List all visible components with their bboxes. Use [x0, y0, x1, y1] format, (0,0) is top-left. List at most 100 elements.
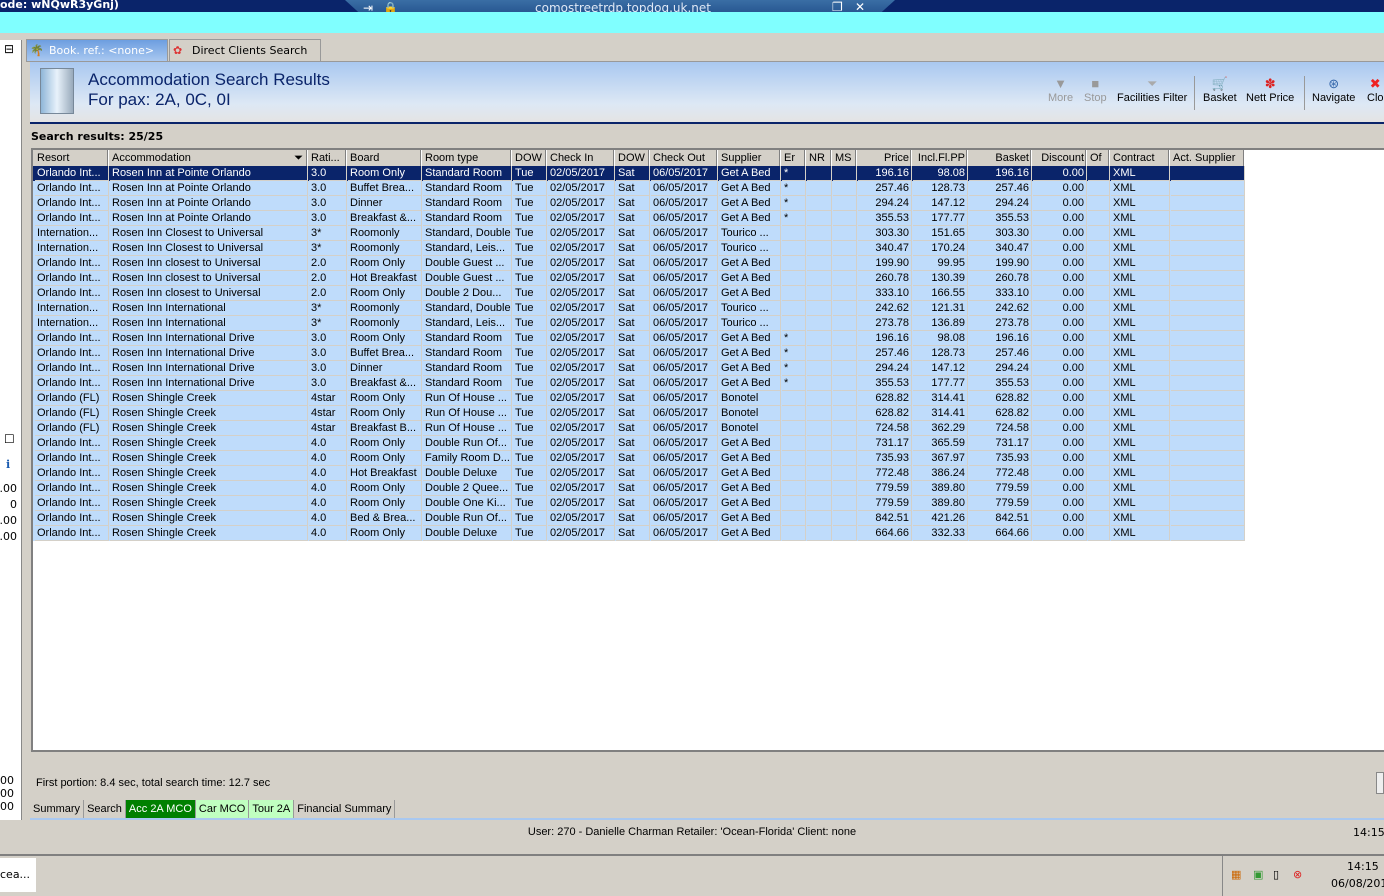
table-row[interactable]: Internation... Rosen Inn Closest to Unive…: [33, 241, 1245, 256]
table-cell: Standard, Leis...: [423, 241, 512, 256]
column-header[interactable]: Of: [1088, 150, 1110, 166]
minimize-panel-icon[interactable]: ⊟: [4, 42, 14, 56]
column-header[interactable]: NR: [807, 150, 832, 166]
bottom-tab[interactable]: Tour 2A: [249, 800, 295, 818]
table-row[interactable]: Orlando Int... Rosen Shingle Creek 4.0 Room…: [33, 481, 1245, 496]
tray-app-icon[interactable]: ▦: [1231, 868, 1241, 881]
column-header[interactable]: Discount: [1033, 150, 1087, 166]
maximize-panel-icon[interactable]: ☐: [4, 432, 15, 446]
table-row[interactable]: Orlando (FL) Rosen Shingle Creek 4star Room…: [33, 391, 1245, 406]
taskbar-item[interactable]: cea...: [0, 858, 36, 892]
table-row[interactable]: Orlando Int... Rosen Inn International Dr…: [33, 361, 1245, 376]
table-cell: 06/05/2017: [651, 496, 718, 511]
column-header[interactable]: Incl.Fl.PP: [913, 150, 968, 166]
table-cell: Internation...: [35, 301, 109, 316]
table-row[interactable]: Orlando Int... Rosen Inn at Pointe Orland…: [33, 181, 1245, 196]
facilities-filter-button[interactable]: ⏷ Facilities Filter: [1117, 76, 1187, 104]
scroll-button[interactable]: [1376, 772, 1384, 794]
table-cell: [833, 346, 857, 361]
table-row[interactable]: Orlando Int... Rosen Shingle Creek 4.0 Hot …: [33, 466, 1245, 481]
more-button[interactable]: ▼ More: [1048, 76, 1073, 104]
clock-time[interactable]: 14:15: [1347, 860, 1379, 873]
device-icon[interactable]: ▯: [1273, 868, 1279, 881]
table-row[interactable]: Orlando Int... Rosen Inn at Pointe Orland…: [33, 211, 1245, 226]
table-cell: Sat: [616, 331, 650, 346]
table-cell: Orlando Int...: [35, 466, 109, 481]
column-header[interactable]: Check In: [548, 150, 615, 166]
column-header[interactable]: DOW: [513, 150, 547, 166]
table-row[interactable]: Orlando Int... Rosen Inn International Dr…: [33, 346, 1245, 361]
table-row[interactable]: Orlando (FL) Rosen Shingle Creek 4star Room…: [33, 406, 1245, 421]
table-cell: Sat: [616, 421, 650, 436]
column-header[interactable]: Room type: [423, 150, 512, 166]
table-cell: 02/05/2017: [548, 211, 615, 226]
results-table: Resort Accommodation ⏷ Rati... Board Room typ…: [31, 148, 1384, 752]
table-row[interactable]: Internation... Rosen Inn International 3* R…: [33, 301, 1245, 316]
clock-date[interactable]: 06/08/2016: [1331, 877, 1384, 890]
column-header[interactable]: Basket: [969, 150, 1032, 166]
navigate-button[interactable]: ⊛ Navigate: [1312, 76, 1355, 104]
tab-direct-clients-search[interactable]: ✿ Direct Clients Search: [169, 39, 321, 61]
bottom-tab[interactable]: Financial Summary: [294, 800, 396, 818]
table-cell: Room Only: [348, 406, 422, 421]
table-cell: Rosen Inn International Drive: [110, 376, 308, 391]
filter-icon[interactable]: ⏷: [294, 150, 303, 166]
table-row[interactable]: Orlando Int... Rosen Inn International Dr…: [33, 376, 1245, 391]
table-row[interactable]: Orlando (FL) Rosen Shingle Creek 4star Brea…: [33, 421, 1245, 436]
column-header[interactable]: Er: [782, 150, 806, 166]
table-cell: 731.17: [858, 436, 912, 451]
info-icon[interactable]: i: [6, 458, 10, 471]
close-button[interactable]: ✖ Clo: [1367, 76, 1384, 104]
table-row[interactable]: Orlando Int... Rosen Inn International Dr…: [33, 331, 1245, 346]
column-header[interactable]: Contract: [1111, 150, 1170, 166]
table-cell: [807, 496, 832, 511]
column-header[interactable]: Supplier: [719, 150, 781, 166]
tab-booking[interactable]: 🌴 Book. ref.: <none> ✕: [26, 39, 168, 79]
table-cell: [1171, 361, 1245, 376]
column-header[interactable]: Resort: [35, 150, 109, 166]
column-header[interactable]: DOW: [616, 150, 650, 166]
column-header[interactable]: Rati...: [309, 150, 347, 166]
table-cell: Tue: [513, 406, 547, 421]
table-row[interactable]: Orlando Int... Rosen Shingle Creek 4.0 Room…: [33, 436, 1245, 451]
column-header[interactable]: Price: [858, 150, 912, 166]
column-header[interactable]: Act. Supplier: [1171, 150, 1245, 166]
nett-price-button[interactable]: ✽ Nett Price: [1246, 76, 1294, 104]
bottom-tab[interactable]: Acc 2A MCO: [125, 800, 196, 818]
funnel-icon: ⏷: [1146, 76, 1158, 91]
table-cell: 02/05/2017: [548, 196, 615, 211]
basket-button[interactable]: 🛒 Basket: [1203, 76, 1237, 104]
table-row[interactable]: Orlando Int... Rosen Inn closest to Unive…: [33, 271, 1245, 286]
table-row[interactable]: Orlando Int... Rosen Shingle Creek 4.0 Room…: [33, 496, 1245, 511]
table-cell: Bed & Brea...: [348, 511, 422, 526]
column-header[interactable]: Check Out: [651, 150, 718, 166]
table-row[interactable]: Internation... Rosen Inn International 3* R…: [33, 316, 1245, 331]
bottom-tab[interactable]: Summary: [30, 800, 85, 818]
table-cell: 02/05/2017: [548, 526, 615, 541]
volume-muted-icon[interactable]: ⊗: [1293, 868, 1302, 881]
table-cell: 389.80: [913, 496, 968, 511]
table-row[interactable]: Orlando Int... Rosen Inn closest to Unive…: [33, 256, 1245, 271]
table-row[interactable]: Orlando Int... Rosen Inn at Pointe Orland…: [33, 196, 1245, 211]
column-header[interactable]: Accommodation ⏷: [110, 150, 308, 166]
column-header[interactable]: MS: [833, 150, 857, 166]
table-row[interactable]: Internation... Rosen Inn Closest to Unive…: [33, 226, 1245, 241]
table-row[interactable]: Orlando Int... Rosen Shingle Creek 4.0 Room…: [33, 451, 1245, 466]
table-cell: 4star: [309, 391, 347, 406]
table-cell: 166.55: [913, 286, 968, 301]
table-row[interactable]: Orlando Int... Rosen Inn closest to Unive…: [33, 286, 1245, 301]
table-row[interactable]: Orlando Int... Rosen Shingle Creek 4.0 Room…: [33, 526, 1245, 541]
table-cell: Get A Bed: [719, 181, 781, 196]
bottom-tab[interactable]: Search: [84, 800, 126, 818]
table-row[interactable]: Orlando Int... Rosen Shingle Creek 4.0 Bed …: [33, 511, 1245, 526]
network-icon[interactable]: ▣: [1253, 868, 1263, 881]
left-value: 00: [0, 787, 14, 800]
table-cell: Rosen Shingle Creek: [110, 451, 308, 466]
stop-button[interactable]: ■ Stop: [1084, 76, 1107, 104]
table-cell: Rosen Shingle Creek: [110, 511, 308, 526]
bottom-tab[interactable]: Car MCO: [195, 800, 250, 818]
table-row[interactable]: Orlando Int... Rosen Inn at Pointe Orland…: [33, 166, 1245, 181]
table-cell: 355.53: [858, 211, 912, 226]
column-header[interactable]: Board: [348, 150, 422, 166]
table-cell: 257.46: [858, 181, 912, 196]
